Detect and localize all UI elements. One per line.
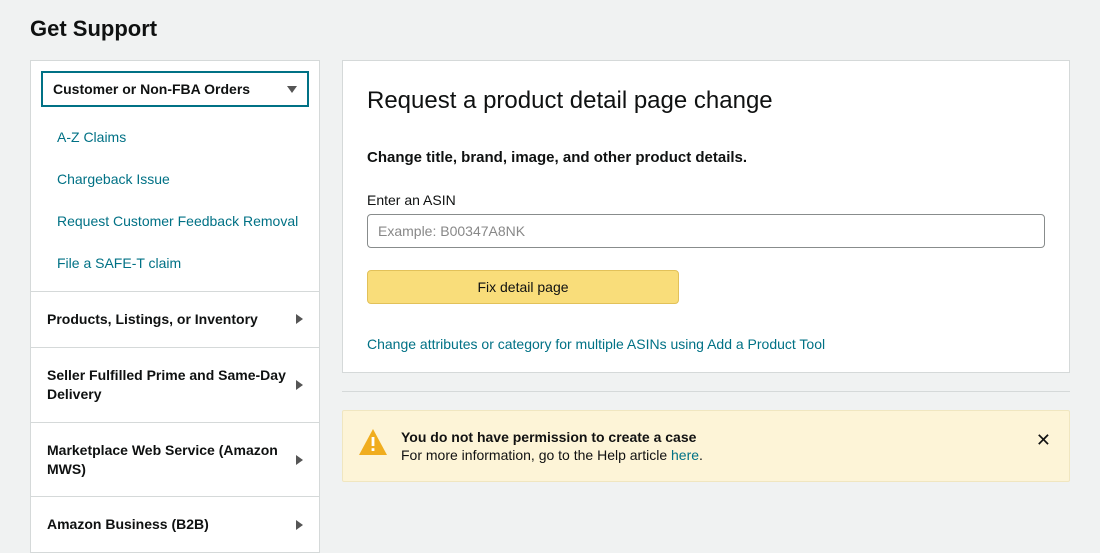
chevron-right-icon (296, 520, 303, 530)
sidebar-category-label: Amazon Business (B2B) (47, 515, 219, 534)
sidebar-category-sfp[interactable]: Seller Fulfilled Prime and Same-Day Deli… (31, 347, 319, 422)
asin-input[interactable] (367, 214, 1045, 248)
alert-title: You do not have permission to create a c… (401, 429, 1020, 445)
sidebar-sub-list: A-Z Claims Chargeback Issue Request Cust… (31, 117, 319, 291)
chevron-right-icon (296, 314, 303, 324)
card-heading: Request a product detail page change (367, 87, 1045, 115)
page-header: Get Support (0, 0, 1100, 52)
sidebar-category-label: Marketplace Web Service (Amazon MWS) (47, 441, 296, 479)
asin-label: Enter an ASIN (367, 192, 1045, 208)
sidebar-sub-item: File a SAFE-T claim (57, 243, 309, 285)
request-card: Request a product detail page change Cha… (342, 60, 1070, 373)
sidebar-sub-item: A-Z Claims (57, 117, 309, 159)
sidebar: Customer or Non-FBA Orders A-Z Claims Ch… (30, 60, 320, 553)
card-subheading: Change title, brand, image, and other pr… (367, 149, 1045, 166)
sidebar-sub-item: Request Customer Feedback Removal (57, 201, 309, 243)
sidebar-category-b2b[interactable]: Amazon Business (B2B) (31, 496, 319, 552)
alert-text-suffix: . (699, 447, 703, 463)
alert-text: For more information, go to the Help art… (401, 447, 1020, 463)
help-article-link[interactable]: here (671, 447, 699, 463)
bulk-change-link[interactable]: Change attributes or category for multip… (367, 336, 825, 352)
sidebar-link-chargeback[interactable]: Chargeback Issue (57, 171, 170, 187)
main-content: Request a product detail page change Cha… (342, 60, 1070, 482)
sidebar-link-az-claims[interactable]: A-Z Claims (57, 129, 126, 145)
sidebar-dropdown[interactable]: Customer or Non-FBA Orders (41, 71, 309, 107)
sidebar-category-products[interactable]: Products, Listings, or Inventory (31, 291, 319, 347)
sidebar-dropdown-label: Customer or Non-FBA Orders (53, 81, 250, 97)
sidebar-sub-item: Chargeback Issue (57, 159, 309, 201)
permission-alert: You do not have permission to create a c… (342, 410, 1070, 482)
sidebar-link-feedback-removal[interactable]: Request Customer Feedback Removal (57, 213, 298, 229)
alert-text-prefix: For more information, go to the Help art… (401, 447, 671, 463)
page-title: Get Support (30, 16, 1070, 42)
sidebar-category-label: Seller Fulfilled Prime and Same-Day Deli… (47, 366, 296, 404)
chevron-right-icon (296, 380, 303, 390)
alert-body: You do not have permission to create a c… (401, 429, 1020, 463)
close-icon[interactable]: ✕ (1034, 429, 1053, 451)
warning-icon (359, 429, 387, 455)
sidebar-category-label: Products, Listings, or Inventory (47, 310, 268, 329)
sidebar-link-safet-claim[interactable]: File a SAFE-T claim (57, 255, 181, 271)
chevron-right-icon (296, 455, 303, 465)
fix-detail-page-button[interactable]: Fix detail page (367, 270, 679, 304)
divider (342, 391, 1070, 392)
sidebar-category-mws[interactable]: Marketplace Web Service (Amazon MWS) (31, 422, 319, 497)
caret-down-icon (287, 86, 297, 93)
